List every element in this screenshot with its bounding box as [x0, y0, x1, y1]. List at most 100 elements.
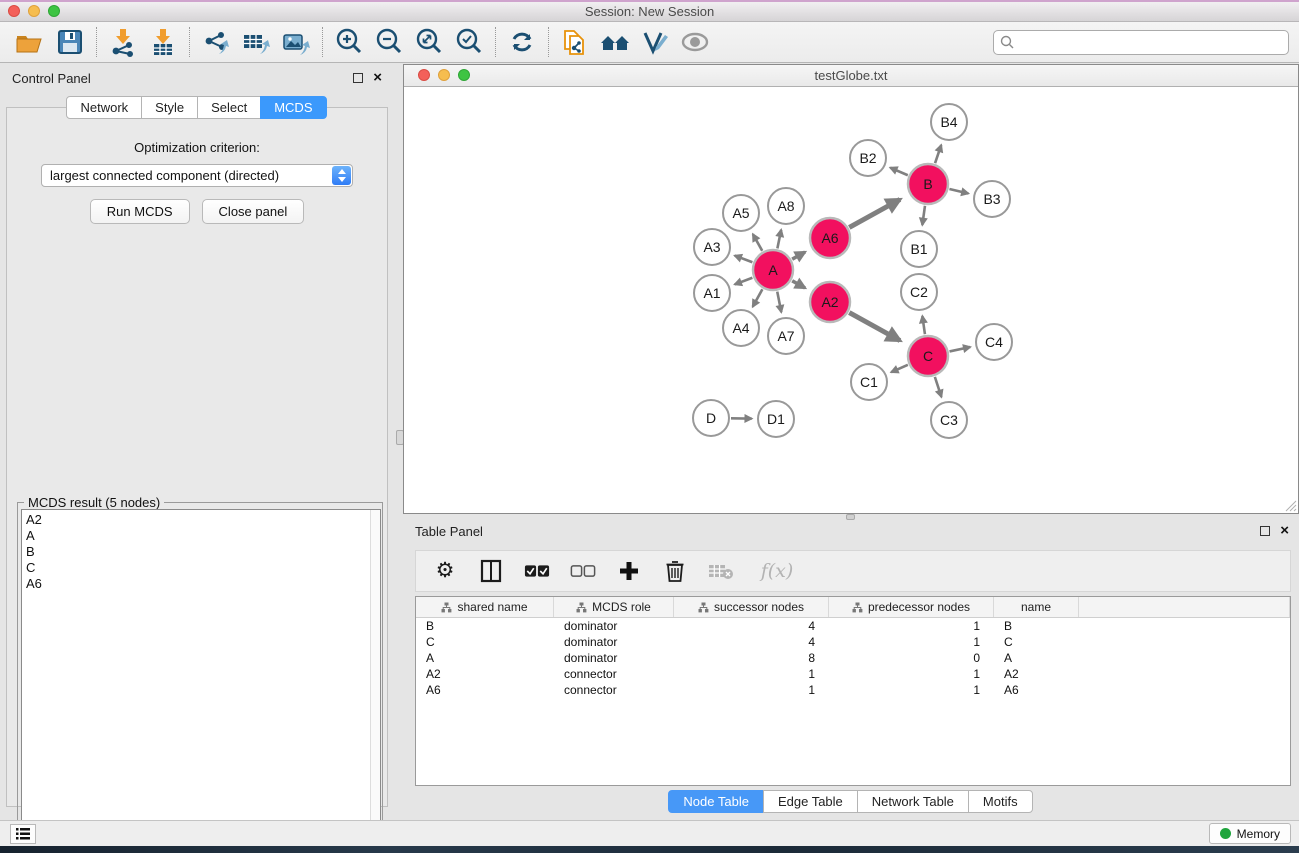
result-scrollbar[interactable]	[370, 510, 380, 836]
node-A8[interactable]: A8	[768, 188, 804, 224]
import-table-button[interactable]	[143, 25, 183, 59]
column-header-MCDS-role[interactable]: MCDS role	[554, 597, 674, 617]
cell-name[interactable]: B	[994, 618, 1079, 634]
refresh-button[interactable]	[502, 25, 542, 59]
cell-MCDS-role[interactable]: dominator	[554, 618, 674, 634]
zoom-fit-button[interactable]	[409, 25, 449, 59]
table-row[interactable]: Bdominator41B	[416, 618, 1290, 634]
table-settings-button[interactable]: ⚙	[432, 558, 458, 584]
cell-successor-nodes[interactable]: 4	[674, 634, 829, 650]
home-button[interactable]	[595, 25, 635, 59]
task-history-button[interactable]	[10, 824, 36, 844]
node-table[interactable]: shared nameMCDS rolesuccessor nodesprede…	[415, 596, 1291, 786]
delete-table-button[interactable]	[708, 558, 734, 584]
export-network-button[interactable]	[196, 25, 236, 59]
edge-A-A3[interactable]	[735, 256, 753, 263]
cell-MCDS-role[interactable]: dominator	[554, 650, 674, 666]
column-header-name[interactable]: name	[994, 597, 1079, 617]
result-item[interactable]: A2	[26, 512, 380, 528]
cell-shared-name[interactable]: A	[416, 650, 554, 666]
edge-B-B1[interactable]	[922, 206, 925, 225]
edge-B-B3[interactable]	[949, 189, 968, 193]
result-item[interactable]: A	[26, 528, 380, 544]
column-header-predecessor-nodes[interactable]: predecessor nodes	[829, 597, 994, 617]
node-B4[interactable]: B4	[931, 104, 967, 140]
cell-name[interactable]: C	[994, 634, 1079, 650]
add-column-button[interactable]	[616, 558, 642, 584]
node-A4[interactable]: A4	[723, 310, 759, 346]
import-network-button[interactable]	[103, 25, 143, 59]
cell-name[interactable]: A2	[994, 666, 1079, 682]
criterion-dropdown[interactable]: largest connected component (directed)	[41, 164, 353, 187]
cell-predecessor-nodes[interactable]: 1	[829, 666, 994, 682]
node-A7[interactable]: A7	[768, 318, 804, 354]
close-table-panel-icon[interactable]: ×	[1280, 526, 1289, 536]
node-C[interactable]: C	[908, 336, 948, 376]
cell-MCDS-role[interactable]: dominator	[554, 634, 674, 650]
zoom-out-button[interactable]	[369, 25, 409, 59]
node-B[interactable]: B	[908, 164, 948, 204]
edge-A-A2[interactable]	[792, 281, 805, 288]
cell-predecessor-nodes[interactable]: 1	[829, 618, 994, 634]
edge-C-C1[interactable]	[891, 365, 908, 372]
node-B2[interactable]: B2	[850, 140, 886, 176]
float-panel-icon[interactable]	[353, 73, 363, 83]
table-row[interactable]: A6connector11A6	[416, 682, 1290, 698]
new-network-from-selection-button[interactable]	[555, 25, 595, 59]
node-A[interactable]: A	[753, 250, 793, 290]
close-panel-button[interactable]: Close panel	[202, 199, 305, 224]
close-panel-icon[interactable]: ×	[373, 73, 382, 83]
export-table-button[interactable]	[236, 25, 276, 59]
float-table-panel-icon[interactable]	[1260, 526, 1270, 536]
tab-mcds[interactable]: MCDS	[260, 96, 326, 119]
cell-successor-nodes[interactable]: 4	[674, 618, 829, 634]
network-graph[interactable]: B4B2BB3A8A5A6A3B1AA1C2A2A4A7C4CC1DD1C3	[404, 87, 1298, 513]
node-C3[interactable]: C3	[931, 402, 967, 438]
column-panel-button[interactable]	[478, 558, 504, 584]
result-item[interactable]: A6	[26, 576, 380, 592]
column-header-successor-nodes[interactable]: successor nodes	[674, 597, 829, 617]
edge-C-C3[interactable]	[935, 377, 942, 397]
table-row[interactable]: Cdominator41C	[416, 634, 1290, 650]
select-all-button[interactable]	[524, 558, 550, 584]
node-B3[interactable]: B3	[974, 181, 1010, 217]
node-A2[interactable]: A2	[810, 282, 850, 322]
node-C2[interactable]: C2	[901, 274, 937, 310]
edge-A-A1[interactable]	[735, 278, 753, 285]
edge-A2-C[interactable]	[849, 313, 900, 341]
cell-name[interactable]: A	[994, 650, 1079, 666]
node-B1[interactable]: B1	[901, 231, 937, 267]
node-C1[interactable]: C1	[851, 364, 887, 400]
cell-shared-name[interactable]: A2	[416, 666, 554, 682]
cell-MCDS-role[interactable]: connector	[554, 666, 674, 682]
cell-successor-nodes[interactable]: 8	[674, 650, 829, 666]
node-C4[interactable]: C4	[976, 324, 1012, 360]
mcds-result-list[interactable]: A2ABCA6	[21, 509, 381, 837]
cell-predecessor-nodes[interactable]: 0	[829, 650, 994, 666]
node-D[interactable]: D	[693, 400, 729, 436]
open-session-button[interactable]	[10, 25, 50, 59]
edge-A6-B[interactable]	[849, 199, 900, 227]
network-canvas[interactable]: B4B2BB3A8A5A6A3B1AA1C2A2A4A7C4CC1DD1C3	[404, 87, 1298, 513]
edge-B-B2[interactable]	[890, 168, 908, 176]
edge-A-A8[interactable]	[777, 230, 781, 249]
cell-name[interactable]: A6	[994, 682, 1079, 698]
tab-style[interactable]: Style	[141, 96, 198, 119]
zoom-in-button[interactable]	[329, 25, 369, 59]
export-image-button[interactable]	[276, 25, 316, 59]
cell-MCDS-role[interactable]: connector	[554, 682, 674, 698]
node-A1[interactable]: A1	[694, 275, 730, 311]
edge-C-C2[interactable]	[922, 316, 925, 334]
tab-network-table[interactable]: Network Table	[857, 790, 969, 813]
cell-shared-name[interactable]: A6	[416, 682, 554, 698]
cell-predecessor-nodes[interactable]: 1	[829, 682, 994, 698]
result-item[interactable]: C	[26, 560, 380, 576]
search-input[interactable]	[993, 30, 1289, 55]
birds-eye-view-button[interactable]	[675, 25, 715, 59]
edge-A-A7[interactable]	[777, 292, 781, 313]
table-row[interactable]: Adominator80A	[416, 650, 1290, 666]
cell-successor-nodes[interactable]: 1	[674, 682, 829, 698]
cell-shared-name[interactable]: B	[416, 618, 554, 634]
tab-edge-table[interactable]: Edge Table	[763, 790, 858, 813]
run-mcds-button[interactable]: Run MCDS	[90, 199, 190, 224]
